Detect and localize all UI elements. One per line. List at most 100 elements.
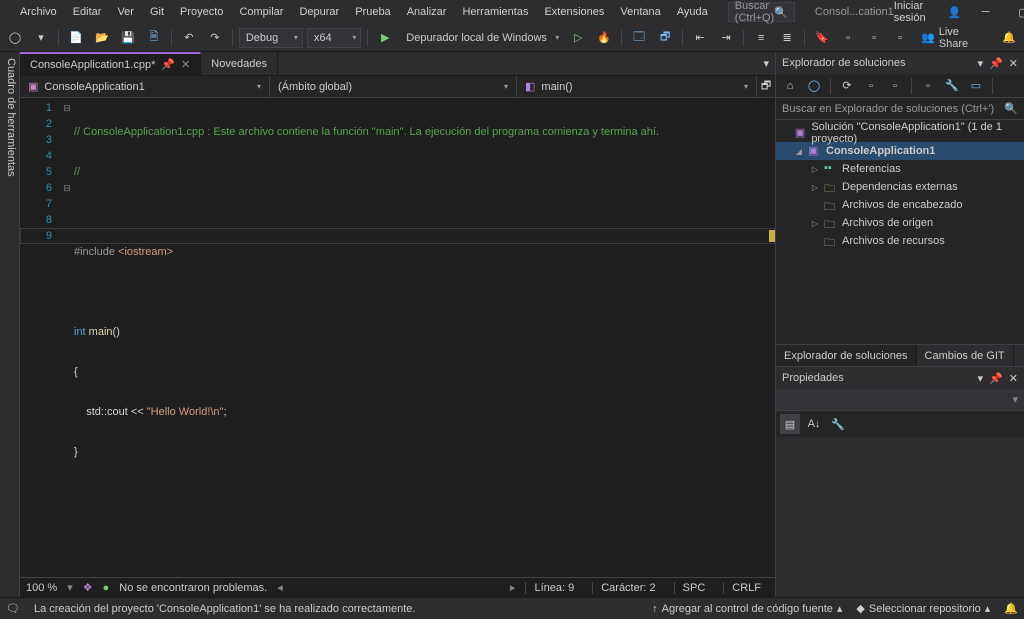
se-home-button[interactable]: ⌂ bbox=[780, 76, 800, 96]
menu-ver[interactable]: Ver bbox=[109, 2, 142, 22]
panel-dropdown-icon[interactable]: ▾ bbox=[978, 372, 984, 385]
bookmark-button[interactable]: 🔖 bbox=[811, 27, 833, 49]
panel-close-icon[interactable]: ✕ bbox=[1009, 57, 1018, 70]
expand-icon[interactable]: ▷ bbox=[810, 165, 820, 174]
tb-btn-a[interactable]: 🗔 bbox=[628, 27, 650, 49]
tab-overflow-button[interactable]: ▾ bbox=[757, 52, 775, 75]
zoom-level[interactable]: 100 % bbox=[26, 582, 57, 594]
toolbox-tab[interactable]: Cuadro de herramientas bbox=[0, 52, 20, 597]
bk3-button[interactable]: ▫ bbox=[863, 27, 885, 49]
bk4-button[interactable]: ▫ bbox=[889, 27, 911, 49]
panel-pin-icon[interactable]: 📌 bbox=[989, 372, 1003, 385]
start-debug-button[interactable]: ▶ bbox=[374, 27, 396, 49]
redo-button[interactable]: ↷ bbox=[204, 27, 226, 49]
resources-node[interactable]: 🗀 Archivos de recursos bbox=[776, 232, 1024, 250]
platform-combo[interactable]: x64 bbox=[307, 28, 361, 48]
global-search-input[interactable]: Buscar (Ctrl+Q) 🔍 bbox=[728, 2, 795, 22]
nav-split-button[interactable]: 🗗 bbox=[757, 76, 775, 97]
se-btn-b[interactable]: ▫ bbox=[885, 76, 905, 96]
categorized-button[interactable]: ▤ bbox=[780, 414, 800, 434]
tab-solution-explorer[interactable]: Explorador de soluciones bbox=[776, 345, 917, 366]
se-btn-a[interactable]: ▫ bbox=[861, 76, 881, 96]
hscroll-right[interactable]: ▸ bbox=[510, 581, 516, 594]
char-indicator[interactable]: Carácter: 2 bbox=[592, 582, 663, 594]
bk2-button[interactable]: ▫ bbox=[837, 27, 859, 49]
menu-git[interactable]: Git bbox=[142, 2, 172, 22]
menu-ayuda[interactable]: Ayuda bbox=[669, 2, 716, 22]
nav-back-button[interactable]: ◯ bbox=[4, 27, 26, 49]
comment-button[interactable]: ≡ bbox=[750, 27, 772, 49]
tab-novedades[interactable]: Novedades bbox=[201, 52, 278, 75]
minimize-button[interactable]: ─ bbox=[972, 1, 1000, 23]
se-btn-c[interactable]: ▫ bbox=[918, 76, 938, 96]
menu-extensiones[interactable]: Extensiones bbox=[536, 2, 612, 22]
start-nodebug-button[interactable]: ▷ bbox=[567, 27, 589, 49]
menu-proyecto[interactable]: Proyecto bbox=[172, 2, 231, 22]
tab-consoleapp-cpp[interactable]: ConsoleApplication1.cpp* 📌 ✕ bbox=[20, 52, 201, 75]
maximize-button[interactable]: ▢ bbox=[1010, 1, 1024, 23]
menu-compilar[interactable]: Compilar bbox=[231, 2, 291, 22]
indent-button[interactable]: ⇥ bbox=[715, 27, 737, 49]
fold-gutter[interactable]: ⊟⊟ bbox=[60, 98, 74, 577]
nav-scope-combo[interactable]: (Ámbito global) bbox=[270, 76, 517, 97]
issues-text[interactable]: No se encontraron problemas. bbox=[119, 582, 267, 594]
menu-ventana[interactable]: Ventana bbox=[612, 2, 668, 22]
select-repo-button[interactable]: ◆ Seleccionar repositorio ▴ bbox=[856, 602, 990, 615]
alphabetical-button[interactable]: A↓ bbox=[804, 414, 824, 434]
crlf-indicator[interactable]: CRLF bbox=[723, 582, 769, 594]
tab-git-changes[interactable]: Cambios de GIT bbox=[917, 345, 1014, 366]
panel-close-icon[interactable]: ✕ bbox=[1009, 372, 1018, 385]
sln-node[interactable]: ▣ Solución "ConsoleApplication1" (1 de 1… bbox=[776, 124, 1024, 142]
menu-depurar[interactable]: Depurar bbox=[291, 2, 347, 22]
output-icon[interactable]: 🗨 bbox=[6, 602, 20, 615]
menu-analizar[interactable]: Analizar bbox=[399, 2, 455, 22]
uncomment-button[interactable]: ≣ bbox=[776, 27, 798, 49]
se-search-input[interactable]: Buscar en Explorador de soluciones (Ctrl… bbox=[776, 98, 1024, 120]
menu-archivo[interactable]: Archivo bbox=[12, 2, 65, 22]
menu-herramientas[interactable]: Herramientas bbox=[454, 2, 536, 22]
hscroll-left[interactable]: ◂ bbox=[277, 581, 283, 594]
references-node[interactable]: ▷ ▪▪ Referencias bbox=[776, 160, 1024, 178]
expand-icon[interactable]: ◢ bbox=[794, 147, 804, 156]
se-wrench-button[interactable]: 🔧 bbox=[942, 76, 962, 96]
panel-pin-icon[interactable]: 📌 bbox=[989, 57, 1003, 70]
expand-icon[interactable]: ▷ bbox=[810, 219, 820, 228]
headers-node[interactable]: 🗀 Archivos de encabezado bbox=[776, 196, 1024, 214]
menu-prueba[interactable]: Prueba bbox=[347, 2, 398, 22]
add-source-control-button[interactable]: ↑ Agregar al control de código fuente ▴ bbox=[652, 602, 842, 615]
spc-indicator[interactable]: SPC bbox=[674, 582, 714, 594]
undo-button[interactable]: ↶ bbox=[178, 27, 200, 49]
nav-project-combo[interactable]: ▣ ConsoleApplication1 bbox=[20, 76, 270, 97]
live-share-button[interactable]: 👥 Live Share bbox=[915, 26, 994, 50]
ext-deps-node[interactable]: ▷ 🗀 Dependencias externas bbox=[776, 178, 1024, 196]
new-project-button[interactable]: 📄 bbox=[65, 27, 87, 49]
tb-btn-b[interactable]: 🗗 bbox=[654, 27, 676, 49]
menu-editar[interactable]: Editar bbox=[65, 2, 110, 22]
solution-tree[interactable]: ▣ Solución "ConsoleApplication1" (1 de 1… bbox=[776, 120, 1024, 344]
pin-icon[interactable]: 📌 bbox=[161, 58, 175, 71]
save-all-button[interactable]: 🗎 bbox=[143, 27, 165, 49]
source-text[interactable]: // ConsoleApplication1.cpp : Este archiv… bbox=[74, 98, 775, 577]
prop-pages-button[interactable]: 🔧 bbox=[828, 414, 848, 434]
zoom-dropdown-icon[interactable]: ▾ bbox=[67, 581, 73, 594]
se-sync-button[interactable]: ⟳ bbox=[837, 76, 857, 96]
nav-function-combo[interactable]: ◧ main() bbox=[517, 76, 757, 97]
source-node[interactable]: ▷ 🗀 Archivos de origen bbox=[776, 214, 1024, 232]
config-combo[interactable]: Debug bbox=[239, 28, 303, 48]
notifications-button[interactable]: 🔔 bbox=[998, 27, 1020, 49]
save-button[interactable]: 💾 bbox=[117, 27, 139, 49]
panel-dropdown-icon[interactable]: ▾ bbox=[978, 57, 984, 70]
open-file-button[interactable]: 📂 bbox=[91, 27, 113, 49]
outdent-button[interactable]: ⇤ bbox=[689, 27, 711, 49]
se-back-button[interactable]: ◯ bbox=[804, 76, 824, 96]
notifications-button[interactable]: 🔔 bbox=[1004, 602, 1018, 615]
signin-button[interactable]: Iniciar sesión 👤 bbox=[894, 0, 962, 24]
nav-fwd-button[interactable]: ▾ bbox=[30, 27, 52, 49]
close-tab-icon[interactable]: ✕ bbox=[181, 58, 190, 71]
debugger-combo[interactable]: Depurador local de Windows bbox=[400, 28, 563, 48]
se-btn-d[interactable]: ▭ bbox=[966, 76, 986, 96]
code-editor[interactable]: 123456789 ⊟⊟ // ConsoleApplication1.cpp … bbox=[20, 98, 775, 577]
line-indicator[interactable]: Línea: 9 bbox=[525, 582, 582, 594]
properties-selector[interactable]: ▾ bbox=[776, 389, 1024, 411]
expand-icon[interactable]: ▷ bbox=[810, 183, 820, 192]
